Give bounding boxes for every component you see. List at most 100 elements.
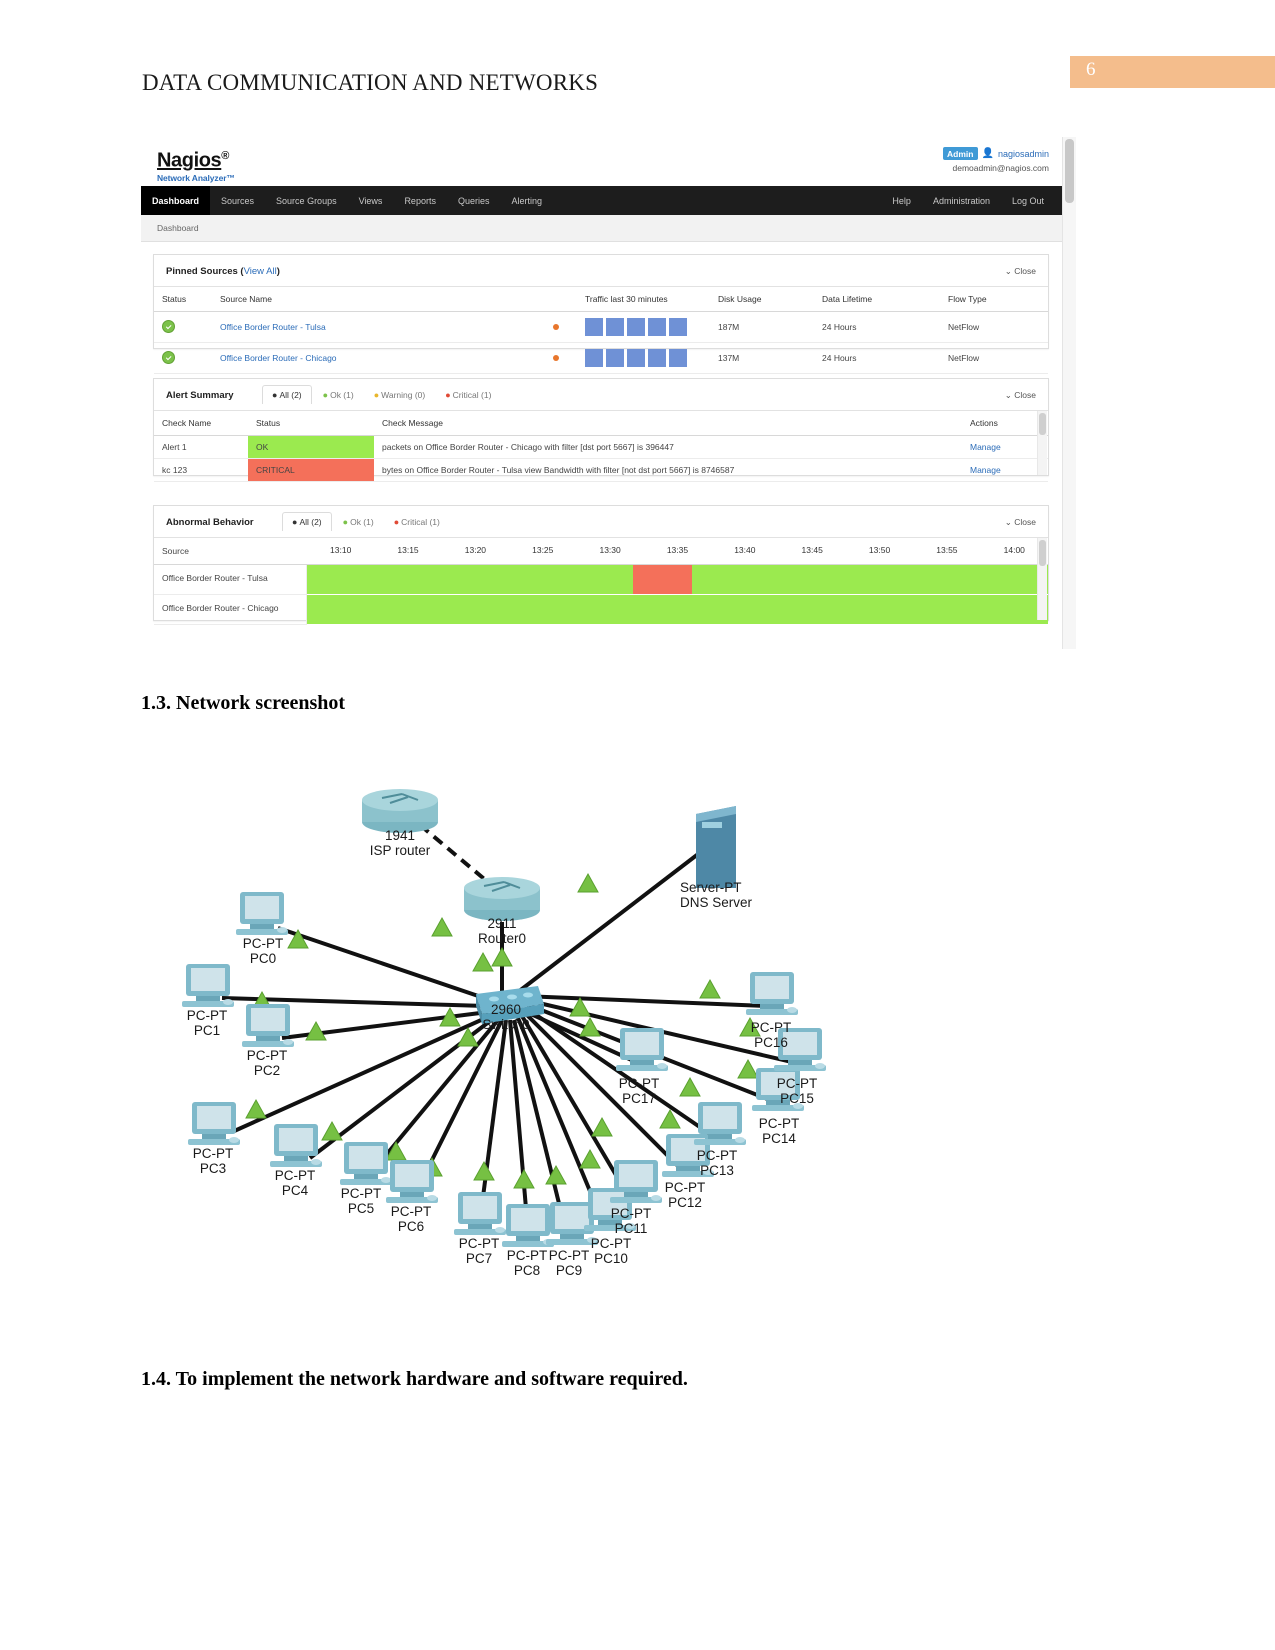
- tab-critical[interactable]: ● Critical (1): [436, 386, 500, 404]
- timeline-segment-ok: [307, 565, 634, 594]
- table-row[interactable]: Office Border Router - Chicago 137M 24 H…: [154, 342, 1048, 374]
- col-source-name: Source Name: [212, 286, 545, 312]
- node-label-switch0: 2960 Switch0: [482, 1002, 530, 1032]
- node-label-pc14: PC-PT PC14: [758, 1116, 800, 1146]
- tab-ok[interactable]: ● Ok (1): [314, 386, 363, 404]
- timeline-row[interactable]: Office Border Router - Chicago: [154, 595, 1048, 625]
- col-actions: Actions: [962, 410, 1048, 436]
- page-number-band: 6: [1070, 56, 1275, 88]
- time-tick: 13:50: [868, 545, 891, 555]
- nav-left-group: Dashboard Sources Source Groups Views Re…: [141, 186, 553, 215]
- alert-summary-table: Check Name Status Check Message Actions …: [154, 410, 1048, 482]
- col-disk-usage: Disk Usage: [710, 286, 814, 312]
- cell-disk-usage: 137M: [710, 342, 814, 374]
- timeline-row-label: Office Border Router - Chicago: [154, 595, 307, 625]
- abnormal-behavior-header-row: Source 13:10 13:15 13:20 13:25 13:30 13:…: [154, 537, 1048, 565]
- view-all-link[interactable]: View All: [244, 266, 277, 277]
- page-number: 6: [1086, 59, 1096, 80]
- time-tick: 13:25: [532, 545, 554, 555]
- node-label-isp-router: 1941 ISP router: [369, 828, 431, 858]
- nav-item-log-out[interactable]: Log Out: [1001, 186, 1055, 215]
- nav-item-source-groups[interactable]: Source Groups: [265, 186, 348, 215]
- table-header-row: Status Source Name Traffic last 30 minut…: [154, 286, 1048, 312]
- nav-item-administration[interactable]: Administration: [922, 186, 1001, 215]
- col-check-message: Check Message: [374, 410, 962, 436]
- abnormal-behavior-panel: Abnormal Behavior ● All (2) ● Ok (1) ● Crit…: [153, 505, 1049, 625]
- node-label-pc6: PC-PT PC6: [390, 1204, 432, 1234]
- nav-item-help[interactable]: Help: [881, 186, 922, 215]
- cell-status: [154, 342, 212, 374]
- tab-ok[interactable]: ● Ok (1): [334, 513, 383, 531]
- nav-item-views[interactable]: Views: [348, 186, 394, 215]
- cell-check-name: kc 123: [154, 458, 248, 482]
- nav-item-reports[interactable]: Reports: [393, 186, 447, 215]
- node-label-pc0: PC-PT PC0: [242, 936, 284, 966]
- table-header-row: Check Name Status Check Message Actions: [154, 410, 1048, 436]
- window-scrollbar[interactable]: [1062, 137, 1076, 649]
- scrollbar-thumb[interactable]: [1065, 139, 1074, 203]
- tab-all[interactable]: ● All (2): [282, 512, 332, 531]
- tab-critical[interactable]: ● Critical (1): [385, 513, 449, 531]
- timeline-axis: 13:10 13:15 13:20 13:25 13:30 13:35 13:4…: [307, 538, 1048, 564]
- pinned-sources-title: Pinned Sources (View All): [166, 266, 280, 277]
- cell-warn: [545, 311, 577, 343]
- timeline-bar: [307, 565, 1048, 595]
- table-row[interactable]: Alert 1 OK packets on Office Border Rout…: [154, 435, 1048, 459]
- node-label-pc15: PC-PT PC15: [776, 1076, 818, 1106]
- cell-actions: Manage: [962, 458, 1048, 482]
- node-label-pc2: PC-PT PC2: [246, 1048, 288, 1078]
- alert-summary-scrollbar[interactable]: [1037, 411, 1047, 475]
- role-badge: Admin: [943, 147, 978, 160]
- nav-item-dashboard[interactable]: Dashboard: [141, 186, 211, 215]
- node-label-pc12: PC-PT PC12: [664, 1180, 706, 1210]
- nav-item-alerting[interactable]: Alerting: [500, 186, 553, 215]
- time-tick: 13:30: [599, 545, 621, 555]
- chevron-down-icon: ⌄: [1004, 517, 1012, 527]
- abnormal-behavior-close-button[interactable]: ⌄ Close: [1005, 517, 1036, 528]
- timeline-row[interactable]: Office Border Router - Tulsa: [154, 565, 1048, 595]
- table-row[interactable]: Office Border Router - Tulsa 187M 24 Hou…: [154, 311, 1048, 343]
- nagios-app-window: Nagios® Network Analyzer™ Admin 👤 nagios…: [141, 137, 1064, 649]
- warning-dot-icon: [553, 355, 559, 361]
- node-label-pc17: PC-PT PC17: [618, 1076, 660, 1106]
- timeline-segment-ok: [307, 595, 1048, 624]
- pinned-sources-title-text: Pinned Sources (: [166, 266, 244, 277]
- pinned-sources-close-button[interactable]: ⌄ Close: [1005, 266, 1036, 277]
- tab-warning[interactable]: ● Warning (0): [365, 386, 435, 404]
- manage-link[interactable]: Manage: [970, 465, 1001, 475]
- col-flow-type: Flow Type: [940, 286, 1048, 312]
- cell-status: [154, 311, 212, 343]
- breadcrumb: Dashboard: [141, 215, 1063, 242]
- col-traffic: Traffic last 30 minutes: [577, 286, 710, 312]
- person-icon: 👤: [981, 147, 994, 159]
- chevron-down-icon: ⌄: [1004, 266, 1012, 276]
- abnormal-behavior-scrollbar[interactable]: [1037, 538, 1047, 620]
- table-row[interactable]: kc 123 CRITICAL bytes on Office Border R…: [154, 458, 1048, 482]
- nav-item-queries[interactable]: Queries: [447, 186, 501, 215]
- user-email: demoadmin@nagios.com: [952, 163, 1049, 173]
- device-icon-pc: [182, 964, 234, 1007]
- username-link[interactable]: nagiosadmin: [998, 149, 1049, 159]
- time-tick: 13:20: [464, 545, 487, 555]
- main-navigation: Dashboard Sources Source Groups Views Re…: [141, 186, 1063, 215]
- pinned-sources-panel: Pinned Sources (View All) ⌄ Close Status…: [153, 254, 1049, 374]
- logo-trademark: ®: [221, 150, 229, 162]
- page-title: DATA COMMUNICATION AND NETWORKS: [142, 70, 599, 95]
- nav-right-group: Help Administration Log Out: [881, 186, 1055, 215]
- cell-traffic: [577, 311, 710, 343]
- nagios-logo[interactable]: Nagios® Network Analyzer™: [157, 146, 235, 183]
- manage-link[interactable]: Manage: [970, 442, 1001, 452]
- node-label-pc1: PC-PT PC1: [186, 1008, 228, 1038]
- cell-source-name: Office Border Router - Tulsa: [212, 311, 545, 343]
- pinned-sources-table: Status Source Name Traffic last 30 minut…: [154, 286, 1048, 374]
- time-tick: 13:40: [734, 545, 756, 555]
- source-link[interactable]: Office Border Router - Chicago: [220, 353, 337, 363]
- alert-summary-close-button[interactable]: ⌄ Close: [1005, 390, 1036, 401]
- nav-item-sources[interactable]: Sources: [210, 186, 265, 215]
- cell-actions: Manage: [962, 435, 1048, 459]
- source-link[interactable]: Office Border Router - Tulsa: [220, 322, 326, 332]
- col-warn: [545, 286, 577, 312]
- tab-all[interactable]: ● All (2): [262, 385, 312, 404]
- col-data-lifetime: Data Lifetime: [814, 286, 940, 312]
- breadcrumb-label[interactable]: Dashboard: [157, 223, 199, 233]
